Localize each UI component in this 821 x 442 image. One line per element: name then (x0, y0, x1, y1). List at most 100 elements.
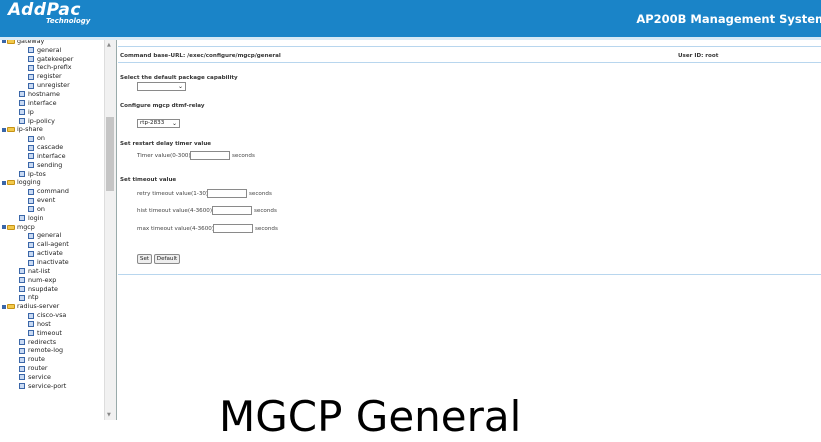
scroll-thumb[interactable] (106, 117, 114, 191)
command-tree: gateway general gatekeeper tech-prefix regis… (0, 40, 104, 391)
sidebar-item-unregister[interactable]: unregister (0, 81, 104, 90)
sidebar-item-label: interface (37, 151, 66, 160)
hist-timeout-input[interactable] (212, 206, 252, 215)
sidebar-item-radius-server[interactable]: radius-server (0, 302, 104, 311)
sidebar-item-route[interactable]: route (0, 355, 104, 364)
sidebar-item-sending[interactable]: sending (0, 161, 104, 170)
sidebar-item-cascade[interactable]: cascade (0, 143, 104, 152)
page-icon (28, 312, 34, 319)
max-timeout-input[interactable] (213, 224, 253, 233)
sidebar-item-general[interactable]: general (0, 231, 104, 241)
sidebar-item-logging[interactable]: logging (0, 178, 104, 188)
expand-toggle-icon[interactable] (2, 40, 6, 44)
sidebar-item-label: ip-tos (28, 169, 46, 178)
sidebar-item-label: gatekeeper (37, 54, 74, 63)
sidebar-item-label: on (37, 204, 45, 213)
sidebar-item-ntp[interactable]: ntp (0, 293, 104, 302)
sidebar-scrollbar[interactable]: ▲ ▼ (104, 40, 116, 420)
sidebar-item-label: router (28, 364, 48, 373)
timer-value-input[interactable] (190, 151, 230, 160)
page-icon (28, 250, 34, 257)
sidebar-item-service[interactable]: service (0, 373, 104, 382)
sidebar-item-nsupdate[interactable]: nsupdate (0, 285, 104, 294)
sidebar-item-timeout[interactable]: timeout (0, 329, 104, 338)
sidebar-item-interface[interactable]: interface (0, 152, 104, 161)
sidebar-item-hostname[interactable]: hostname (0, 90, 104, 99)
sidebar-item-ip-tos[interactable]: ip-tos (0, 170, 104, 179)
sidebar-item-redirects[interactable]: redirects (0, 338, 104, 347)
page-icon (28, 259, 34, 266)
set-button[interactable]: Set (137, 254, 152, 264)
expand-toggle-icon[interactable] (2, 127, 6, 132)
sidebar-item-host[interactable]: host (0, 320, 104, 329)
sidebar-item-label: mgcp (17, 222, 35, 231)
sidebar-item-remote-log[interactable]: remote-log (0, 346, 104, 356)
sidebar-item-event[interactable]: event (0, 196, 104, 205)
sidebar-item-on[interactable]: on (0, 205, 104, 214)
main-content: Command base-URL: /exec/configure/mgcp/g… (118, 40, 821, 420)
max-label: max timeout value(4-3600) : (137, 226, 218, 232)
default-button[interactable]: Default (154, 254, 180, 264)
scroll-up-icon[interactable]: ▲ (107, 42, 111, 48)
sidebar-item-command[interactable]: command (0, 187, 104, 196)
sidebar-item-service-port[interactable]: service-port (0, 382, 104, 391)
sidebar-item-inactivate[interactable]: inactivate (0, 258, 104, 267)
logo-tagline: Technology (46, 17, 91, 25)
page-icon (19, 383, 25, 390)
sidebar-item-label: unregister (37, 81, 70, 90)
chevron-down-icon: ⌄ (171, 120, 177, 127)
sidebar-item-label: ntp (28, 293, 39, 302)
expand-toggle-icon[interactable] (2, 304, 6, 309)
page-icon (28, 82, 34, 89)
sidebar-item-on[interactable]: on (0, 134, 104, 143)
sidebar-item-mgcp[interactable]: mgcp (0, 223, 104, 232)
sidebar-item-label: cisco-vsa (37, 311, 67, 320)
sidebar-item-label: call-agent (37, 240, 69, 249)
timer-unit: seconds (232, 153, 255, 159)
sidebar-item-label: logging (17, 178, 41, 187)
sidebar-item-gatekeeper[interactable]: gatekeeper (0, 55, 104, 64)
sidebar-item-register[interactable]: register (0, 72, 104, 81)
sidebar-item-nat-list[interactable]: nat-list (0, 267, 104, 276)
sidebar-item-num-exp[interactable]: num-exp (0, 276, 104, 285)
page-icon (19, 365, 25, 372)
sidebar-item-ip[interactable]: ip (0, 108, 104, 117)
page-icon (19, 118, 25, 125)
page-icon (19, 100, 25, 107)
sidebar-item-ip-policy[interactable]: ip-policy (0, 117, 104, 126)
dtmf-relay-select[interactable]: rtp-2833 ⌄ (137, 119, 180, 128)
sidebar-item-activate[interactable]: activate (0, 249, 104, 258)
sidebar-item-label: register (37, 72, 62, 81)
dtmf-section-title: Configure mgcp dtmf-relay (120, 103, 205, 109)
dtmf-select-value: rtp-2833 (140, 120, 165, 126)
sidebar-item-tech-prefix[interactable]: tech-prefix (0, 63, 104, 73)
scroll-down-icon[interactable]: ▼ (107, 412, 111, 418)
expand-toggle-icon[interactable] (2, 180, 6, 185)
sidebar-item-router[interactable]: router (0, 364, 104, 373)
sidebar-item-call-agent[interactable]: call-agent (0, 240, 104, 249)
page-icon (28, 56, 34, 63)
sidebar-item-login[interactable]: login (0, 214, 104, 223)
timer-label: Timer value(0-300) : (137, 153, 195, 159)
slide-caption: MGCP General (219, 392, 522, 441)
sidebar-item-label: route (28, 355, 45, 364)
package-select[interactable]: ⌄ (137, 82, 186, 91)
sidebar-item-interface[interactable]: interface (0, 99, 104, 108)
page-icon (28, 232, 34, 239)
sidebar-item-ip-share[interactable]: ip-share (0, 125, 104, 134)
sidebar-item-cisco-vsa[interactable]: cisco-vsa (0, 311, 104, 320)
sidebar-item-label: radius-server (17, 302, 60, 311)
max-unit: seconds (255, 226, 278, 232)
sidebar-tree: gateway general gatekeeper tech-prefix regis… (0, 40, 117, 420)
sidebar-item-label: interface (28, 98, 57, 107)
page-icon (19, 277, 25, 284)
folder-icon (7, 40, 15, 44)
expand-toggle-icon[interactable] (2, 225, 6, 230)
hist-unit: seconds (254, 208, 277, 214)
sidebar-item-general[interactable]: general (0, 46, 104, 55)
divider (118, 274, 821, 275)
page-icon (28, 64, 34, 71)
page-icon (28, 144, 34, 151)
retry-timeout-input[interactable] (207, 189, 247, 198)
folder-icon (7, 224, 15, 230)
